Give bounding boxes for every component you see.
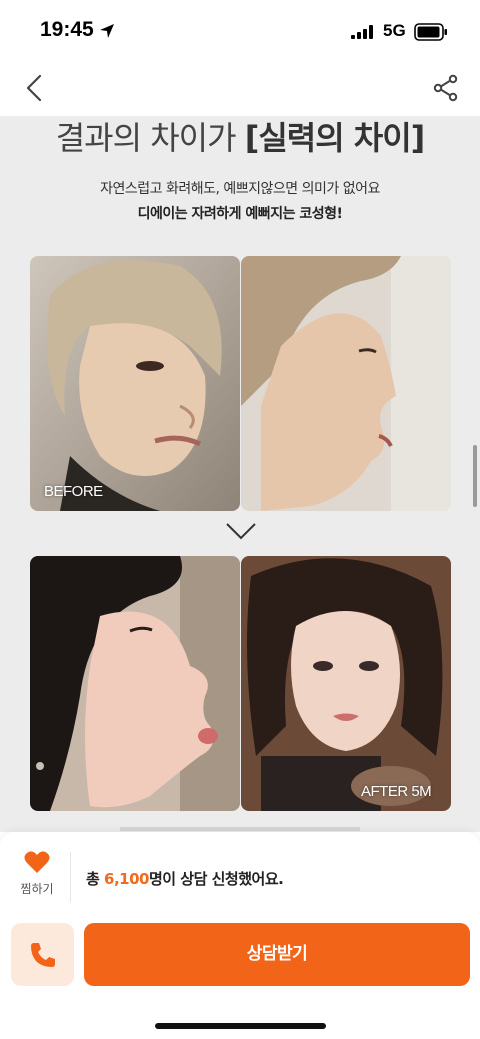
after-photo-side xyxy=(30,556,240,811)
headline-bold: [실력의 차이] xyxy=(244,119,426,157)
wish-label: 찜하기 xyxy=(20,882,54,896)
phone-icon xyxy=(31,943,55,967)
home-indicator xyxy=(155,1023,326,1029)
network-label: 5G xyxy=(383,21,406,40)
subtitle-line-2: 디에이는 자려하게 예뻐지는 코성형! xyxy=(137,206,343,222)
scrollbar-thumb[interactable] xyxy=(473,445,477,507)
consult-count-text: 총 6,100명이 상담 신청했어요. xyxy=(86,868,284,889)
before-photo-front: BEFORE xyxy=(30,256,240,511)
signal-icon xyxy=(351,25,373,39)
call-button[interactable] xyxy=(11,923,74,986)
count-suffix: 명이 상담 신청했어요. xyxy=(148,870,284,888)
nav-bar xyxy=(0,62,480,116)
content-area[interactable]: 결과의 차이가 [실력의 차이] 자연스럽고 화려해도, 예쁘지않으면 의미가 … xyxy=(0,116,480,832)
consult-button[interactable]: 상담받기 xyxy=(84,923,470,986)
status-time: 19:45 xyxy=(40,18,94,41)
divider xyxy=(70,852,71,902)
status-bar: 19:45 5G xyxy=(0,0,480,62)
page-headline: 결과의 차이가 [실력의 차이] xyxy=(0,116,480,160)
subtitle-line-1: 자연스럽고 화려해도, 예쁘지않으면 의미가 없어요 xyxy=(100,181,380,197)
count-value: 6,100 xyxy=(104,870,149,888)
wish-button[interactable]: 찜하기 xyxy=(10,848,64,908)
after-photo-front: AFTER 5M xyxy=(241,556,451,811)
chevron-down-icon xyxy=(226,523,256,540)
count-prefix: 총 xyxy=(86,870,105,888)
after-label: AFTER 5M xyxy=(361,783,432,800)
before-photo-side xyxy=(241,256,451,511)
share-icon[interactable] xyxy=(430,72,462,104)
headline-light: 결과의 차이가 xyxy=(55,119,237,157)
heart-icon xyxy=(24,851,50,873)
location-arrow-icon xyxy=(100,24,114,38)
battery-icon xyxy=(414,23,447,41)
before-label: BEFORE xyxy=(44,483,103,500)
bottom-action-panel: 찜하기 총 6,100명이 상담 신청했어요. 상담받기 xyxy=(0,832,480,1039)
chevron-left-icon[interactable] xyxy=(18,70,52,106)
